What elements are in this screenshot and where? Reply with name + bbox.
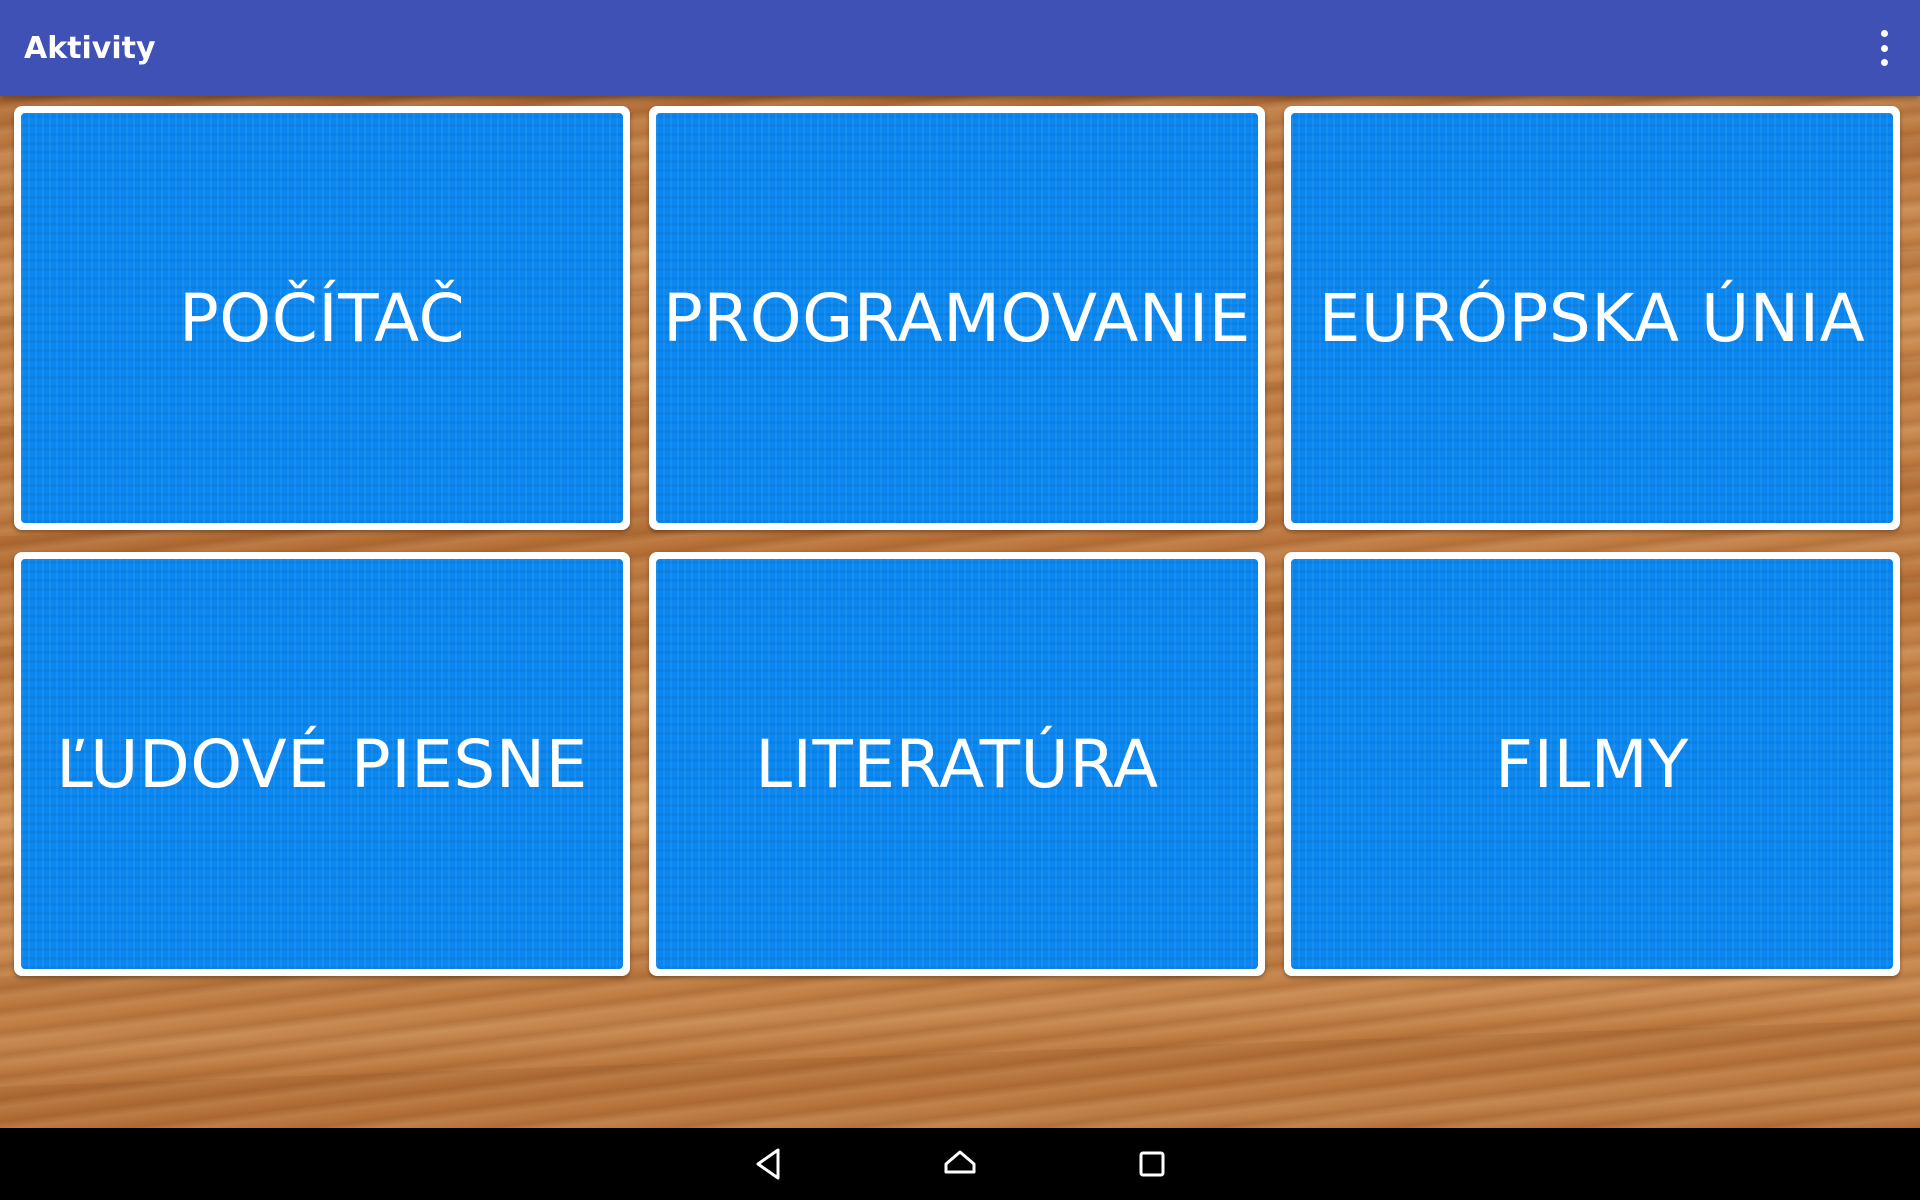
tile-label: EURÓPSKA ÚNIA (1318, 279, 1866, 357)
tile-label: PROGRAMOVANIE (663, 279, 1251, 357)
tile-ludove-piesne[interactable]: ĽUDOVÉ PIESNE (14, 552, 630, 976)
wood-background: POČÍTAČ PROGRAMOVANIE EURÓPSKA ÚNIA ĽUDO… (0, 96, 1920, 1128)
tile-filmy[interactable]: FILMY (1284, 552, 1900, 976)
home-icon[interactable] (940, 1144, 980, 1184)
tile-pocitac[interactable]: POČÍTAČ (14, 106, 630, 530)
tile-europska-unia[interactable]: EURÓPSKA ÚNIA (1284, 106, 1900, 530)
tile-label: ĽUDOVÉ PIESNE (56, 725, 588, 803)
tile-label: LITERATÚRA (755, 725, 1159, 803)
tile-programovanie[interactable]: PROGRAMOVANIE (649, 106, 1265, 530)
more-vert-icon[interactable] (1872, 30, 1896, 66)
system-nav-bar (0, 1128, 1920, 1200)
app-bar: Aktivity (0, 0, 1920, 96)
recents-icon[interactable] (1132, 1144, 1172, 1184)
activity-grid: POČÍTAČ PROGRAMOVANIE EURÓPSKA ÚNIA ĽUDO… (14, 106, 1900, 976)
app-title: Aktivity (24, 30, 156, 66)
tile-literatura[interactable]: LITERATÚRA (649, 552, 1265, 976)
tile-label: FILMY (1495, 725, 1689, 803)
tile-label: POČÍTAČ (178, 279, 466, 357)
back-icon[interactable] (748, 1144, 788, 1184)
